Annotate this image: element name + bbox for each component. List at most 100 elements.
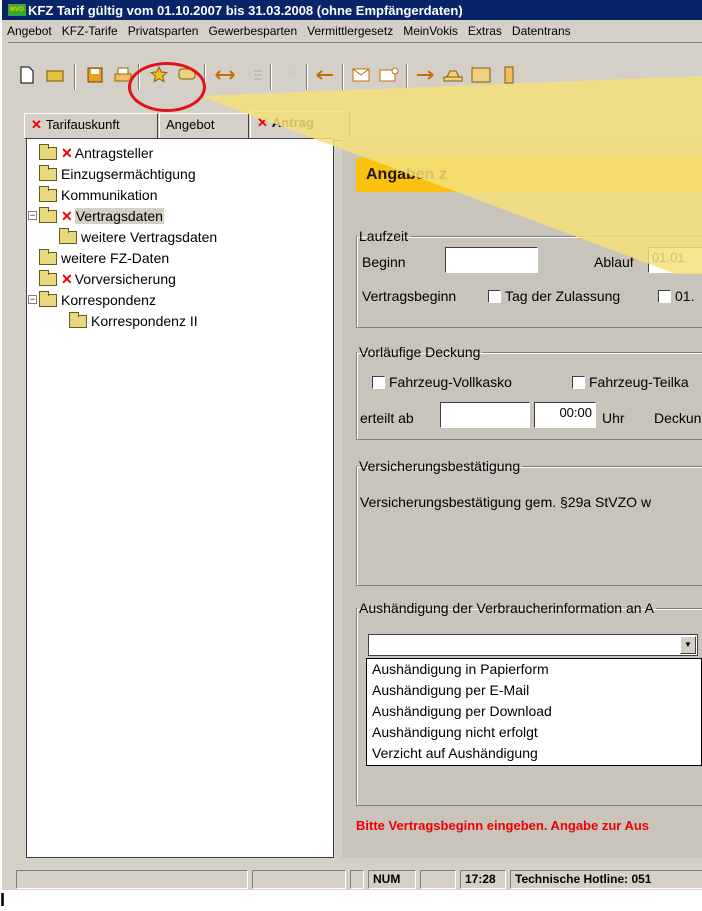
highlight-circle (128, 62, 206, 112)
menu-gewerbesparten[interactable]: Gewerbesparten (203, 24, 302, 38)
swap-arrows-icon[interactable] (214, 65, 236, 85)
laufzeit-legend: Laufzeit (359, 228, 409, 244)
open-folder-icon (39, 290, 57, 307)
open-folder-icon (39, 269, 57, 286)
vertragsbeginn-label: Vertragsbeginn (362, 288, 457, 304)
status-panel (350, 870, 364, 889)
menu-bar: Angebot KFZ-Tarife Privatsparten Gewerbe… (2, 20, 702, 41)
envelope-add-icon[interactable] (378, 65, 400, 85)
menu-datentrans[interactable]: Datentrans (507, 24, 576, 38)
save-disk-icon[interactable] (84, 65, 106, 85)
menu-kfz-tarife[interactable]: KFZ-Tarife (57, 24, 123, 38)
ablauf-label: Ablauf (594, 254, 634, 270)
deckung-legend: Vorläufige Deckung (359, 344, 481, 360)
title-bar: MVO KFZ Tarif gültig vom 01.10.2007 bis … (2, 0, 702, 20)
tree-item-weitere-fz-daten[interactable]: weitere FZ-Daten (39, 248, 169, 268)
status-hotline: Technische Hotline: 051 (510, 870, 702, 889)
collapse-icon[interactable]: − (28, 295, 37, 304)
option-verzicht[interactable]: Verzicht auf Aushändigung (367, 743, 701, 764)
status-bar: NUM 17:28 Technische Hotline: 051 (2, 868, 702, 890)
validation-error-message: Bitte Vertragsbeginn eingeben. Angabe zu… (356, 818, 650, 833)
deckung-time-input[interactable]: 00:00 (534, 402, 596, 428)
option-download[interactable]: Aushändigung per Download (367, 701, 701, 722)
option-email[interactable]: Aushändigung per E-Mail (367, 680, 701, 701)
arrow-left-icon[interactable] (314, 65, 336, 85)
folder-icon (39, 164, 57, 181)
folder-icon (69, 311, 87, 328)
menu-vermittlergesetz[interactable]: Vermittlergesetz (302, 24, 398, 38)
first-of-month-checkbox[interactable]: 01. (658, 288, 694, 304)
toolbar-separator (74, 64, 76, 90)
open-folder-icon (39, 206, 57, 223)
tree-item-einzugsermaechtigung[interactable]: Einzugsermächtigung (39, 164, 196, 184)
status-num: NUM (368, 870, 416, 889)
arrow-right-icon[interactable] (414, 65, 436, 85)
status-time: 17:28 (460, 870, 506, 889)
tab-angebot[interactable]: Angebot (159, 113, 249, 139)
teilkasko-checkbox[interactable]: Fahrzeug-Teilka (572, 374, 689, 390)
tree-item-antragsteller[interactable]: ✕ Antragsteller (39, 143, 153, 163)
tab-tarifauskunft[interactable]: ✕ Tarifauskunft (24, 113, 158, 139)
deckung-label: Deckun (654, 410, 702, 426)
toolbar-separator (406, 64, 408, 90)
uhr-label: Uhr (602, 410, 625, 426)
chevron-down-icon[interactable]: ▼ (680, 636, 696, 654)
tree-item-korrespondenz-ii[interactable]: Korrespondenz II (69, 311, 198, 331)
option-nicht-erfolgt[interactable]: Aushändigung nicht erfolgt (367, 722, 701, 743)
user-group-icon[interactable] (280, 65, 302, 85)
folder-icon (39, 143, 57, 160)
user-list-icon[interactable] (242, 65, 264, 85)
tree-item-korrespondenz[interactable]: Korrespondenz (39, 290, 156, 310)
beginn-label: Beginn (362, 254, 406, 270)
tree-item-weitere-vertragsdaten[interactable]: weitere Vertragsdaten (59, 227, 217, 247)
error-x-icon: ✕ (31, 117, 42, 132)
tree-item-vorversicherung[interactable]: ✕ Vorversicherung (39, 269, 176, 289)
toolbar-separator (342, 64, 344, 90)
aushaendigung-legend: Aushändigung der Verbraucherinformation … (359, 600, 654, 616)
tag-der-zulassung-checkbox[interactable]: Tag der Zulassung (488, 288, 620, 304)
application-window: MVO KFZ Tarif gültig vom 01.10.2007 bis … (0, 0, 702, 890)
versicherungsbestaetigung-group: Versicherungsbestätigung (356, 458, 702, 586)
bestaetigung-text: Versicherungsbestätigung gem. §29a StVZO… (360, 494, 652, 510)
beginn-input[interactable] (445, 247, 538, 273)
vollkasko-checkbox[interactable]: Fahrzeug-Vollkasko (372, 374, 512, 390)
toolbar-separator (270, 64, 272, 90)
cursor-mark: I (0, 890, 6, 910)
tab-antrag[interactable]: ✕ Antrag (250, 111, 350, 141)
status-panel (252, 870, 346, 889)
collapse-icon[interactable]: − (28, 211, 37, 220)
toolbar-separator (306, 64, 308, 90)
status-panel (420, 870, 456, 889)
option-papierform[interactable]: Aushändigung in Papierform (367, 659, 701, 680)
flask-icon[interactable] (498, 65, 520, 85)
envelope-icon[interactable] (350, 65, 372, 85)
app-logo-icon: MVO (8, 4, 26, 16)
menu-extras[interactable]: Extras (463, 24, 507, 38)
status-panel (16, 870, 248, 889)
error-x-icon: ✕ (61, 207, 73, 224)
navigation-tree: ✕ Antragsteller Einzugsermächtigung Kommu… (26, 138, 334, 858)
checkbox[interactable] (572, 376, 585, 389)
error-x-icon: ✕ (61, 270, 73, 287)
checkbox[interactable] (658, 290, 671, 303)
erteilt-ab-label: erteilt ab (360, 410, 414, 426)
open-folder-icon[interactable] (44, 65, 66, 85)
menu-meinvokis[interactable]: MeinVokis (398, 24, 463, 38)
new-document-icon[interactable] (16, 65, 38, 85)
checkbox[interactable] (488, 290, 501, 303)
aushaendigung-dropdown-list: Aushändigung in Papierform Aushändigung … (366, 658, 702, 766)
menu-privatsparten[interactable]: Privatsparten (123, 24, 204, 38)
tree-item-kommunikation[interactable]: Kommunikation (39, 185, 158, 205)
folder-icon (39, 248, 57, 265)
deckung-date-input[interactable] (440, 402, 530, 428)
tree-item-vertragsdaten[interactable]: ✕ Vertragsdaten (39, 206, 164, 226)
ablauf-input[interactable]: 01.01. (648, 247, 702, 273)
aushaendigung-select[interactable]: ▼ (368, 634, 698, 656)
menu-angebot[interactable]: Angebot (2, 24, 57, 38)
error-x-icon: ✕ (257, 115, 268, 130)
car-icon[interactable] (442, 65, 464, 85)
bestaetigung-legend: Versicherungsbestätigung (359, 458, 521, 474)
checkbox[interactable] (372, 376, 385, 389)
family-icon[interactable] (470, 65, 492, 85)
toolbar (8, 42, 702, 98)
